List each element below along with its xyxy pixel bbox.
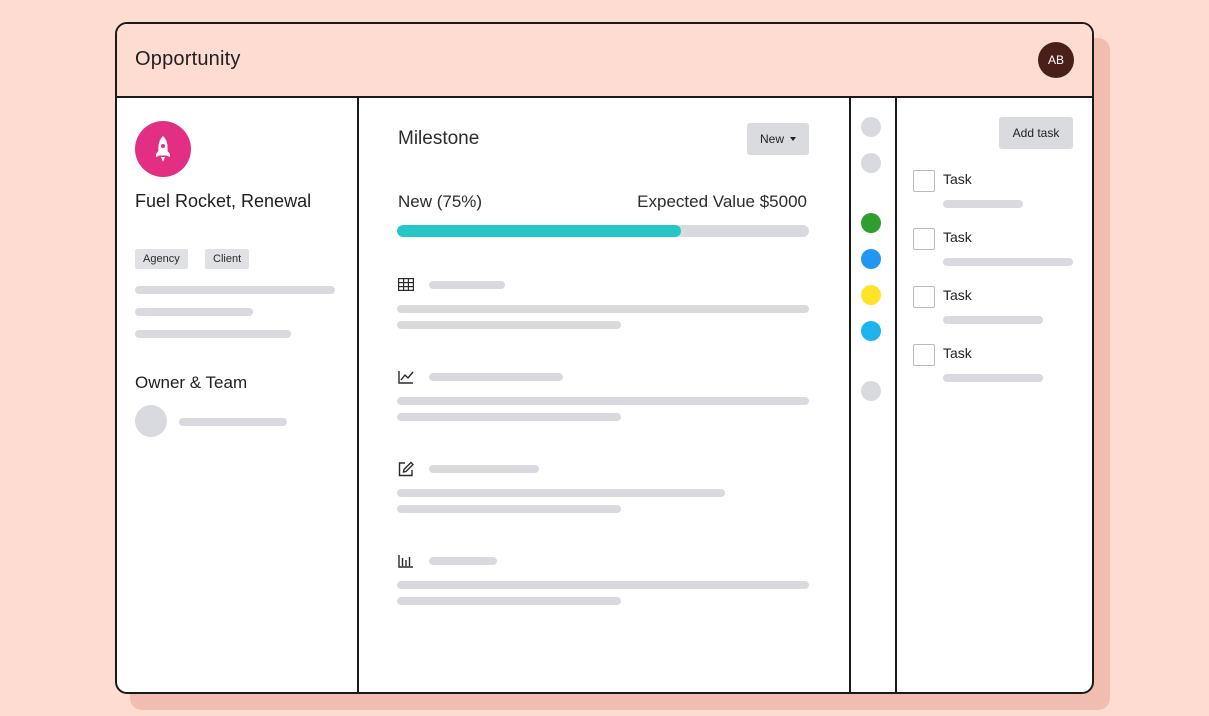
table-icon — [397, 276, 414, 293]
user-avatar[interactable]: AB — [1038, 42, 1074, 78]
rocket-icon — [135, 121, 191, 177]
divider-right — [895, 98, 897, 692]
timeline-dot[interactable] — [861, 117, 881, 137]
placeholder-line — [397, 597, 621, 605]
task-checkbox[interactable] — [913, 170, 935, 192]
task-label: Task — [943, 287, 972, 303]
timeline-dot[interactable] — [861, 285, 881, 305]
task-checkbox[interactable] — [913, 344, 935, 366]
stage-label: New (75%) — [398, 192, 483, 211]
owner-name-placeholder — [179, 418, 287, 426]
add-task-button[interactable]: Add task — [999, 117, 1073, 149]
task-label: Task — [943, 171, 972, 187]
milestone-title: Milestone — [398, 128, 480, 149]
section-title-placeholder — [429, 465, 539, 473]
section-title-placeholder — [429, 373, 563, 381]
timeline-dot[interactable] — [861, 381, 881, 401]
task-checkbox[interactable] — [913, 228, 935, 250]
milestone-progress-bar — [397, 225, 809, 237]
placeholder-line — [397, 505, 621, 513]
task-checkbox[interactable] — [913, 286, 935, 308]
stage-dropdown-label: New — [759, 132, 784, 146]
divider-left — [357, 98, 359, 692]
divider-middle — [849, 98, 851, 692]
placeholder-line — [135, 330, 291, 338]
placeholder-line — [397, 581, 809, 589]
placeholder-line — [397, 397, 809, 405]
placeholder-line — [135, 286, 335, 294]
chevron-down-icon — [790, 137, 796, 141]
page-title: Opportunity — [135, 48, 241, 70]
stage-dropdown-button[interactable]: New — [747, 123, 809, 155]
tag-client[interactable]: Client — [205, 249, 250, 269]
placeholder-line — [135, 308, 253, 316]
placeholder-line — [397, 413, 621, 421]
milestone-progress-fill — [397, 225, 682, 237]
opportunity-name: Fuel Rocket, Renewal — [135, 191, 312, 211]
owner-avatar[interactable] — [135, 405, 167, 437]
edit-icon — [397, 460, 414, 477]
placeholder-line — [397, 305, 809, 313]
timeline-dot[interactable] — [861, 321, 881, 341]
section-title-placeholder — [429, 557, 497, 565]
line-chart-icon — [397, 368, 414, 385]
task-detail-placeholder — [943, 316, 1043, 324]
header: Opportunity AB — [117, 24, 1092, 98]
task-label: Task — [943, 345, 972, 361]
task-detail-placeholder — [943, 258, 1073, 266]
owner-team-title: Owner & Team — [135, 373, 248, 392]
timeline-dot[interactable] — [861, 153, 881, 173]
timeline-dot[interactable] — [861, 213, 881, 233]
opportunity-window: Opportunity AB Fuel Rocket, Renewal Agen… — [115, 22, 1094, 694]
placeholder-line — [397, 321, 621, 329]
timeline-dot[interactable] — [861, 249, 881, 269]
section-title-placeholder — [429, 281, 505, 289]
expected-value-label: Expected Value $5000 — [637, 192, 807, 211]
tag-agency[interactable]: Agency — [135, 249, 188, 269]
task-detail-placeholder — [943, 374, 1043, 382]
task-detail-placeholder — [943, 200, 1023, 208]
bar-chart-icon — [397, 552, 414, 569]
placeholder-line — [397, 489, 725, 497]
task-label: Task — [943, 229, 972, 245]
